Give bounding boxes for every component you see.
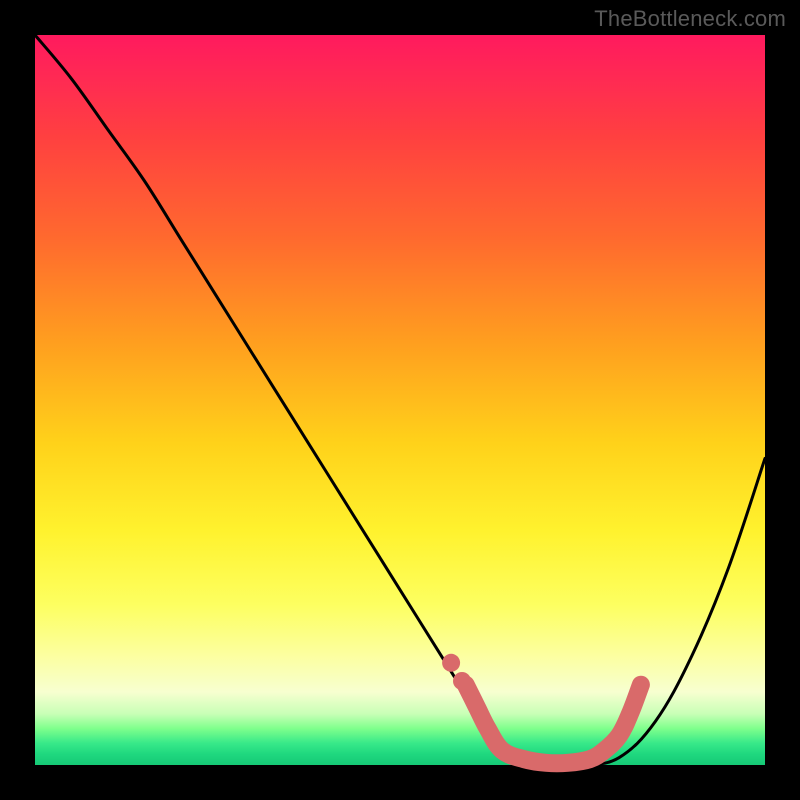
plot-area	[35, 35, 765, 765]
optimal-range-highlight	[466, 685, 641, 764]
highlight-dot-1	[442, 654, 460, 672]
bottleneck-curve	[35, 35, 765, 766]
curve-svg	[35, 35, 765, 765]
chart-frame: TheBottleneck.com	[0, 0, 800, 800]
watermark-text: TheBottleneck.com	[594, 6, 786, 32]
highlight-dot-2	[453, 672, 471, 690]
